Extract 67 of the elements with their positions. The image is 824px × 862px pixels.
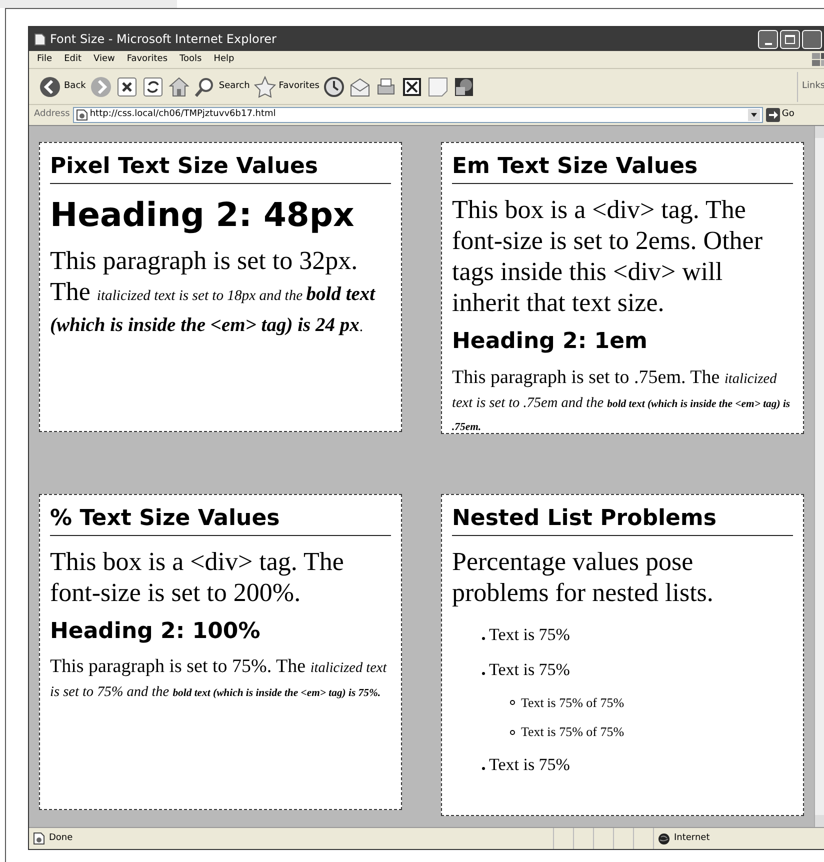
home-icon [168, 76, 190, 98]
stop-icon [116, 76, 138, 98]
menu-item[interactable]: Tools [174, 52, 207, 66]
paragraph: This paragraph is set to 32px. The italicized text is set to 18px and the bold text (which is inside the <em> tag) is 24 px. [50, 244, 376, 338]
paragraph: This paragraph is set to .75em. The italicized text is set to .75em and the bold text (which is inside the <em> tag) is .75em. [452, 366, 792, 436]
list-item: Text is 75% [489, 659, 570, 682]
maximize-button[interactable] [780, 30, 800, 48]
print-button[interactable] [375, 76, 398, 98]
go-button[interactable]: Go [766, 108, 794, 122]
page-icon [34, 32, 46, 46]
search-icon [194, 76, 216, 98]
messenger-icon [453, 76, 476, 98]
list-item: Text is 75% [489, 754, 570, 776]
paragraph: This box is a <div> tag. The font-size is set to 200%. [50, 546, 345, 608]
address-field[interactable]: http://css.local/ch06/TMPjztuvv6b17.html [72, 107, 763, 123]
address-label: Address [34, 108, 70, 122]
history-icon [323, 76, 346, 98]
history-button[interactable] [323, 76, 346, 98]
bullet-icon [510, 730, 515, 735]
mail-button[interactable] [349, 76, 372, 98]
edit-icon [401, 76, 424, 98]
refresh-button[interactable] [142, 76, 164, 98]
window-title: Font Size - Microsoft Internet Explorer [50, 31, 276, 48]
status-text: Done [49, 832, 73, 845]
list-item: Text is 75% of 75% [521, 723, 624, 742]
back-button[interactable]: Back [39, 76, 86, 98]
menu-item[interactable]: Favorites [122, 52, 173, 66]
arrow-icon [766, 108, 780, 122]
favorites-icon [254, 76, 276, 98]
refresh-icon [142, 76, 164, 98]
bullet-icon [482, 636, 485, 640]
heading: Heading 2: 48px [50, 194, 356, 235]
bullet-icon [510, 700, 515, 706]
box-title: Nested List Problems [452, 505, 793, 536]
page-icon [76, 109, 88, 121]
menu-item[interactable]: Help [208, 52, 240, 66]
forward-icon [90, 76, 112, 98]
globe-icon [658, 832, 670, 844]
paragraph: Percentage values pose problems for nested lists. [452, 546, 714, 608]
list-item: Text is 75% [489, 624, 570, 646]
bullet-icon [482, 766, 485, 770]
security-zone-label: Internet [674, 832, 710, 845]
minimize-button[interactable] [758, 30, 778, 48]
box-title: % Text Size Values [50, 505, 391, 536]
edit-button[interactable] [401, 76, 424, 98]
heading: Heading 2: 100% [50, 618, 262, 646]
paragraph: This paragraph is set to 75%. The italicized text is set to 75% and the bold text (which is inside the <em> tag) is 75%. [50, 655, 388, 702]
mail-icon [349, 76, 372, 98]
back-icon [39, 76, 61, 98]
search-button[interactable]: Search [194, 76, 250, 98]
stop-button[interactable] [116, 76, 138, 98]
menu-item[interactable]: File [32, 52, 58, 66]
menu-item[interactable]: Edit [59, 52, 86, 66]
close-button[interactable] [802, 30, 822, 48]
paragraph: This box is a <div> tag. The font-size is set to 2ems. Other tags inside this <div> will inherit that text size. [452, 194, 764, 318]
page-icon [33, 832, 46, 845]
note-icon [427, 76, 450, 98]
home-button[interactable] [168, 76, 190, 98]
messenger-button[interactable] [453, 76, 476, 98]
print-icon [375, 76, 398, 98]
box-title: Em Text Size Values [452, 153, 793, 184]
heading: Heading 2: 1em [452, 328, 648, 356]
menu-item[interactable]: View [88, 52, 120, 66]
box-title: Pixel Text Size Values [50, 153, 391, 184]
bullet-icon [482, 672, 485, 676]
favorites-button[interactable]: Favorites [254, 76, 320, 98]
list-item: Text is 75% of 75% [521, 694, 624, 712]
